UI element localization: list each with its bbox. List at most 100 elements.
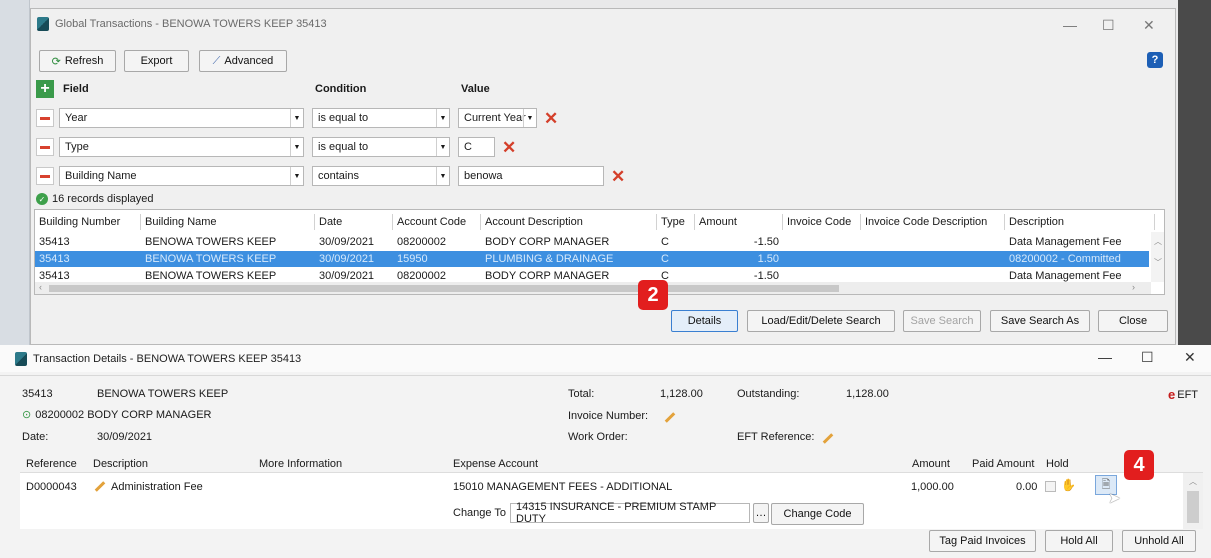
load-edit-delete-search-button[interactable]: Load/Edit/Delete Search — [747, 310, 895, 332]
change-code-button[interactable]: Change Code — [771, 503, 864, 525]
background-app-strip — [0, 0, 30, 345]
column-header[interactable]: Building Name — [141, 214, 315, 230]
change-to-select[interactable]: 14315 INSURANCE - PREMIUM STAMP DUTY — [510, 501, 750, 525]
delete-value-icon[interactable]: ✕ — [502, 139, 516, 156]
column-header[interactable]: Building Number — [35, 214, 141, 230]
records-status: ✓ 16 records displayed — [36, 193, 154, 205]
total-value: 1,128.00 — [660, 388, 703, 400]
column-header[interactable]: Account Description — [481, 214, 657, 230]
hold-checkbox[interactable] — [1045, 481, 1056, 492]
scroll-right-icon[interactable]: › — [1132, 282, 1135, 292]
chevron-down-icon: ▼ — [436, 167, 449, 185]
outstanding-value: 1,128.00 — [846, 388, 889, 400]
close-icon[interactable]: ✕ — [1184, 349, 1196, 366]
scroll-thumb[interactable] — [1187, 491, 1199, 523]
table-row[interactable]: 35413 BENOWA TOWERS KEEP 30/09/2021 0820… — [35, 234, 1149, 250]
value-select[interactable]: Current Year ▼ — [458, 108, 537, 128]
outstanding-label: Outstanding: — [737, 388, 800, 400]
remove-filter-icon[interactable] — [36, 167, 54, 185]
field-select[interactable]: Type ▼ — [59, 137, 304, 157]
remove-filter-icon[interactable] — [36, 138, 54, 156]
wand-icon: ⟋ — [212, 54, 221, 67]
app-icon — [37, 17, 49, 31]
step-badge: 2 — [638, 280, 668, 310]
background-dark-strip — [1178, 0, 1211, 345]
maximize-icon[interactable]: ☐ — [1102, 17, 1115, 34]
edit-pencil-icon[interactable] — [822, 433, 834, 444]
delete-value-icon[interactable]: ✕ — [611, 168, 625, 185]
window-title: Global Transactions - BENOWA TOWERS KEEP… — [55, 18, 327, 30]
check-icon: ✓ — [36, 193, 48, 205]
close-icon[interactable]: ✕ — [1143, 17, 1155, 34]
column-header: Expense Account — [453, 458, 539, 470]
chevron-down-icon: ▼ — [290, 109, 303, 127]
save-search-as-button[interactable]: Save Search As — [990, 310, 1090, 332]
column-header[interactable]: Description — [1005, 214, 1155, 230]
column-header: Paid Amount — [972, 458, 1035, 470]
eft-badge: e EFT — [1168, 387, 1199, 402]
line-description: Administration Fee — [111, 481, 203, 493]
building-name: BENOWA TOWERS KEEP — [97, 388, 229, 400]
change-to-label: Change To — [453, 507, 507, 519]
add-filter-icon[interactable]: + — [36, 80, 54, 98]
column-header[interactable]: Invoice Code — [783, 214, 861, 230]
horizontal-scrollbar[interactable]: ‹ › — [35, 282, 1151, 294]
line-expense-account: 15010 MANAGEMENT FEES - ADDITIONAL — [453, 481, 673, 493]
column-header[interactable]: Account Code — [393, 214, 481, 230]
column-header: Amount — [912, 458, 950, 470]
eft-logo-icon: e — [1168, 387, 1176, 402]
tag-paid-invoices-button[interactable]: Tag Paid Invoices — [929, 530, 1036, 552]
condition-select[interactable]: contains ▼ — [312, 166, 450, 186]
maximize-icon[interactable]: ☐ — [1141, 349, 1154, 366]
scroll-thumb[interactable] — [49, 285, 839, 292]
eft-reference-label: EFT Reference: — [737, 431, 815, 443]
remove-filter-icon[interactable] — [36, 109, 54, 127]
scroll-up-icon[interactable]: ︿ — [1151, 236, 1164, 247]
field-select[interactable]: Year ▼ — [59, 108, 304, 128]
help-icon[interactable]: ? — [1147, 52, 1163, 68]
condition-select[interactable]: is equal to ▼ — [312, 108, 450, 128]
column-header[interactable]: Type — [657, 214, 695, 230]
column-header[interactable]: Amount — [695, 214, 783, 230]
close-button[interactable]: Close — [1098, 310, 1168, 332]
results-grid: Building Number Building Name Date Accou… — [34, 209, 1165, 295]
chevron-down-icon: ▼ — [290, 138, 303, 156]
delete-value-icon[interactable]: ✕ — [544, 110, 558, 127]
column-header[interactable]: Date — [315, 214, 393, 230]
field-select[interactable]: Building Name ▼ — [59, 166, 304, 186]
browse-button[interactable]: … — [753, 503, 769, 523]
unhold-all-button[interactable]: Unhold All — [1122, 530, 1196, 552]
refresh-icon: ⟳ — [51, 55, 61, 68]
minimize-icon[interactable]: — — [1098, 349, 1112, 365]
value-input[interactable]: C — [458, 137, 495, 157]
date-value: 30/09/2021 — [97, 431, 153, 443]
scroll-down-icon[interactable]: ﹀ — [1151, 257, 1164, 268]
edit-pencil-icon[interactable] — [94, 481, 106, 492]
column-header[interactable]: Invoice Code Description — [861, 214, 1005, 230]
line-paid-amount: 0.00 — [1016, 481, 1038, 493]
advanced-button[interactable]: ⟋ Advanced — [199, 50, 287, 72]
table-row-selected[interactable]: 35413 BENOWA TOWERS KEEP 30/09/2021 1595… — [35, 251, 1149, 267]
condition-header: Condition — [315, 83, 367, 95]
export-button[interactable]: Export — [124, 50, 189, 72]
hand-icon[interactable]: ✋ — [1061, 478, 1076, 492]
vertical-scrollbar[interactable]: ︿ ﹀ — [1151, 232, 1164, 282]
refresh-button[interactable]: ⟳ Refresh — [39, 50, 116, 72]
vertical-scrollbar[interactable]: ︿ — [1183, 473, 1203, 529]
work-order-label: Work Order: — [568, 431, 628, 443]
column-header: More Information — [259, 458, 343, 470]
edit-pencil-icon[interactable] — [664, 412, 676, 423]
value-header: Value — [461, 83, 490, 95]
scroll-left-icon[interactable]: ‹ — [39, 282, 42, 292]
chevron-down-icon: ▼ — [436, 109, 449, 127]
window-title: Transaction Details - BENOWA TOWERS KEEP… — [33, 352, 302, 365]
condition-select[interactable]: is equal to ▼ — [312, 137, 450, 157]
details-button[interactable]: Details — [671, 310, 738, 332]
hold-all-button[interactable]: Hold All — [1045, 530, 1113, 552]
value-input[interactable]: benowa — [458, 166, 604, 186]
detail-lines: D0000043 Administration Fee 15010 MANAGE… — [20, 472, 1203, 529]
field-header: Field — [63, 83, 89, 95]
scroll-up-icon[interactable]: ︿ — [1183, 476, 1203, 487]
minimize-icon[interactable]: — — [1063, 17, 1077, 33]
save-search-button[interactable]: Save Search — [903, 310, 981, 332]
